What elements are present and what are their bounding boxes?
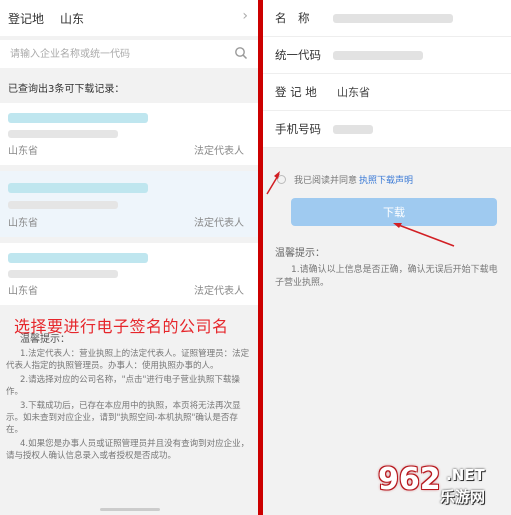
tip-item: 1.法定代表人：营业执照上的法定代表人。证照管理员：法定代表人指定的执照管理员。… <box>6 349 250 371</box>
site-watermark: 962 .NET 乐游网 <box>378 460 508 512</box>
result-role: 法定代表人 <box>194 146 244 157</box>
tip-item: 4.如果您是办事人员或证照管理员并且没有查询到对应企业，请与授权人确认信息录入或… <box>6 439 250 461</box>
search-input[interactable] <box>8 47 232 61</box>
search-icon[interactable] <box>234 46 248 60</box>
agreement-row[interactable]: 我已阅读并同意 执照下载声明 <box>277 173 413 186</box>
search-bar <box>0 40 258 68</box>
tip-item: 3.下载成功后，已存在本应用中的执照，本页将无法再次显示。如未查到对应企业，请到… <box>6 401 241 435</box>
result-item[interactable]: 山东省 法定代表人 <box>0 171 258 237</box>
blurred-company-name <box>8 183 148 193</box>
left-screen: 登记地 山东 › 已查询出3条可下载记录： 山东省 法定代表人 山东省 法定代表… <box>0 0 258 515</box>
watermark-net: .NET <box>446 466 485 484</box>
tips-section: 温馨提示： 1.请确认以上信息是否正确，确认无误后开始下载电子营业执照。 <box>275 247 501 290</box>
chevron-right-icon: › <box>242 8 248 24</box>
region-field-label: 登 记 地 <box>275 85 317 99</box>
result-role: 法定代表人 <box>194 286 244 297</box>
result-item[interactable]: 山东省 法定代表人 <box>0 243 258 305</box>
region-row: 登 记 地 山东省 <box>263 74 511 111</box>
tips-section: 温馨提示： 1.法定代表人：营业执照上的法定代表人。证照管理员：法定代表人指定的… <box>6 334 252 464</box>
license-statement-link[interactable]: 执照下载声明 <box>359 173 413 186</box>
name-row: 名 称 <box>263 0 511 37</box>
blurred-company-detail <box>8 130 118 138</box>
tip-item: 1.请确认以上信息是否正确，确认无误后开始下载电子营业执照。 <box>275 265 498 288</box>
blurred-phone-value <box>333 124 373 134</box>
blurred-company-detail <box>8 201 118 209</box>
tips-title: 温馨提示： <box>20 334 70 345</box>
code-row: 统一代码 <box>263 37 511 74</box>
result-province: 山东省 <box>8 218 38 229</box>
name-label: 名 称 <box>275 11 310 25</box>
region-value: 山东 <box>60 11 85 26</box>
region-field-value: 山东省 <box>337 86 370 99</box>
agree-text: 我已阅读并同意 <box>294 176 358 186</box>
blurred-company-detail <box>8 270 118 278</box>
code-label: 统一代码 <box>275 48 321 62</box>
registration-region-row[interactable]: 登记地 山东 › <box>0 0 258 36</box>
watermark-name: 乐游网 <box>440 488 486 506</box>
blurred-name-value <box>333 13 453 23</box>
blurred-code-value <box>333 50 423 60</box>
tip-item: 2.请选择对应的公司名称，"点击"进行电子营业执照下载操作。 <box>6 375 240 397</box>
blurred-company-name <box>8 253 148 263</box>
right-screen: 名 称 统一代码 登 记 地 山东省 手机号码 我已阅读并同意 执照下载声明 下… <box>263 0 511 515</box>
phone-row: 手机号码 <box>263 111 511 148</box>
result-item[interactable]: 山东省 法定代表人 <box>0 103 258 165</box>
watermark-number: 962 <box>378 462 441 497</box>
home-indicator <box>100 508 160 511</box>
result-province: 山东省 <box>8 286 38 297</box>
phone-label: 手机号码 <box>275 122 321 136</box>
download-button[interactable]: 下载 <box>291 198 497 226</box>
agree-checkbox[interactable] <box>277 175 286 184</box>
blurred-company-name <box>8 113 148 123</box>
tips-title: 温馨提示： <box>275 248 325 259</box>
region-label: 登记地 <box>8 11 45 26</box>
result-count: 已查询出3条可下载记录： <box>8 84 125 95</box>
result-role: 法定代表人 <box>194 218 244 229</box>
result-province: 山东省 <box>8 146 38 157</box>
